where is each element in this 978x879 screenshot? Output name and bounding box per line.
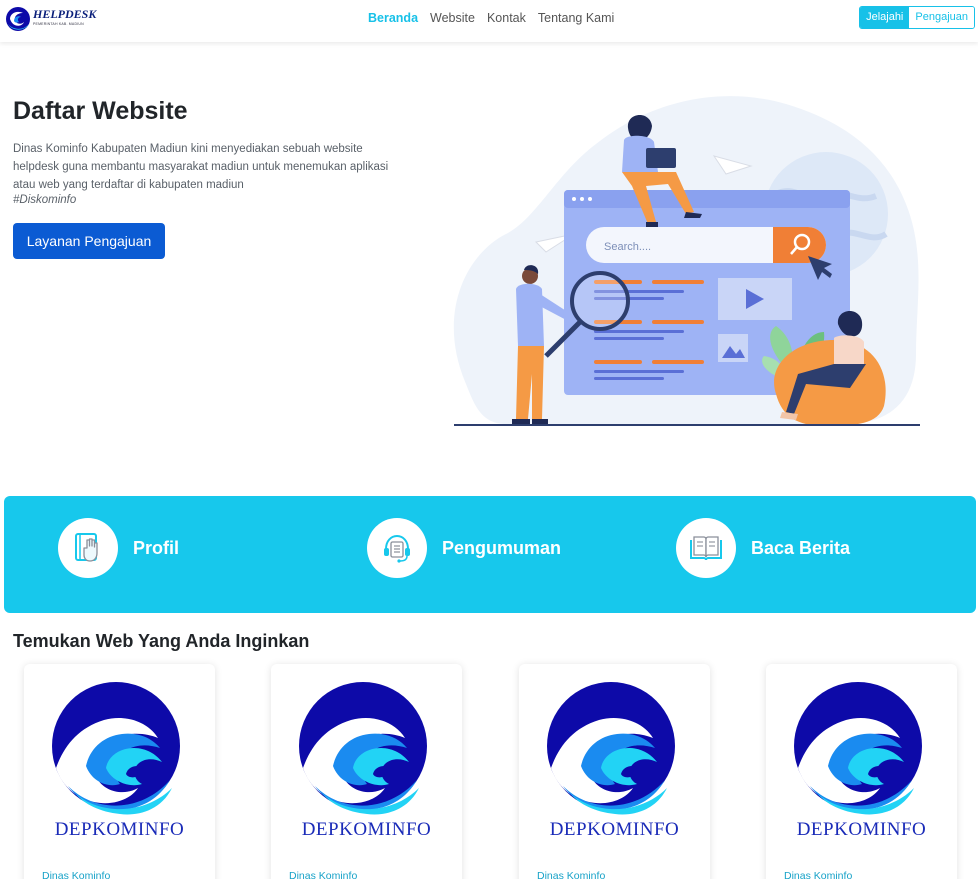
card-title: DEPKOMINFO — [54, 819, 185, 840]
illustration-search-text: Search.... — [604, 241, 651, 253]
kominfo-logo-icon — [794, 682, 922, 815]
nav-button-group: Jelajahi Pengajuan — [859, 6, 975, 29]
kominfo-logo-icon — [52, 682, 180, 815]
feature-pengumuman[interactable]: Pengumuman — [367, 518, 561, 578]
card-subtitle[interactable]: Dinas Kominfo — [784, 870, 852, 879]
feature-pengumuman-label: Pengumuman — [442, 537, 562, 558]
feature-profil-label: Profil — [133, 537, 180, 558]
card-subtitle[interactable]: Dinas Kominfo — [537, 870, 605, 879]
jelajahi-button[interactable]: Jelajahi — [860, 7, 910, 28]
website-card[interactable]: DEPKOMINFO Dinas Kominfo — [766, 664, 957, 879]
website-card[interactable]: DEPKOMINFO Dinas Kominfo — [24, 664, 215, 879]
brand-name: HELPDESK — [33, 7, 97, 21]
nav-link-kontak[interactable]: Kontak — [487, 11, 526, 25]
kominfo-logo-icon — [299, 682, 427, 815]
feature-baca-berita-icon-circle — [676, 518, 736, 578]
nav-link-beranda[interactable]: Beranda — [368, 11, 418, 25]
hero-description: Dinas Kominfo Kabupaten Madiun kini meny… — [13, 143, 389, 191]
navbar: HELPDESK PEMERINTAH KAB. MADIUN Beranda … — [0, 0, 978, 42]
hero-title: Daftar Website — [13, 97, 188, 125]
brand-tagline: PEMERINTAH KAB. MADIUN — [33, 22, 84, 26]
nav-link-tentang-kami[interactable]: Tentang Kami — [538, 11, 614, 25]
card-title: DEPKOMINFO — [549, 819, 680, 840]
feature-profil[interactable]: Profil — [58, 518, 179, 578]
nav-link-website[interactable]: Website — [430, 11, 475, 25]
kominfo-logo-icon — [547, 682, 675, 815]
brand-logo[interactable]: HELPDESK PEMERINTAH KAB. MADIUN — [5, 4, 96, 34]
feature-baca-berita-label: Baca Berita — [751, 537, 851, 558]
website-card[interactable]: DEPKOMINFO Dinas Kominfo — [271, 664, 462, 879]
feature-pengumuman-icon-circle — [367, 518, 427, 578]
hero-hashtag: #Diskominfo — [13, 194, 77, 206]
headset-icon — [384, 534, 410, 563]
open-book-icon — [690, 536, 722, 561]
feature-profil-icon-circle — [58, 518, 118, 578]
card-title: DEPKOMINFO — [301, 819, 432, 840]
hero-illustration: Search.... — [453, 96, 920, 426]
website-card[interactable]: DEPKOMINFO Dinas Kominfo — [519, 664, 710, 879]
card-title: DEPKOMINFO — [796, 819, 927, 840]
layanan-pengajuan-button[interactable]: Layanan Pengajuan — [13, 223, 165, 259]
feature-band: Profil Pengumuman Baca Berita — [4, 496, 976, 613]
pengajuan-button[interactable]: Pengajuan — [909, 7, 974, 28]
nav-links: Beranda Website Kontak Tentang Kami — [368, 11, 614, 25]
kominfo-logo-icon — [6, 7, 30, 31]
feature-baca-berita[interactable]: Baca Berita — [676, 518, 850, 578]
hand-book-icon — [75, 533, 98, 562]
section-title: Temukan Web Yang Anda Inginkan — [13, 631, 310, 651]
card-subtitle[interactable]: Dinas Kominfo — [289, 870, 357, 879]
card-subtitle[interactable]: Dinas Kominfo — [42, 870, 110, 879]
